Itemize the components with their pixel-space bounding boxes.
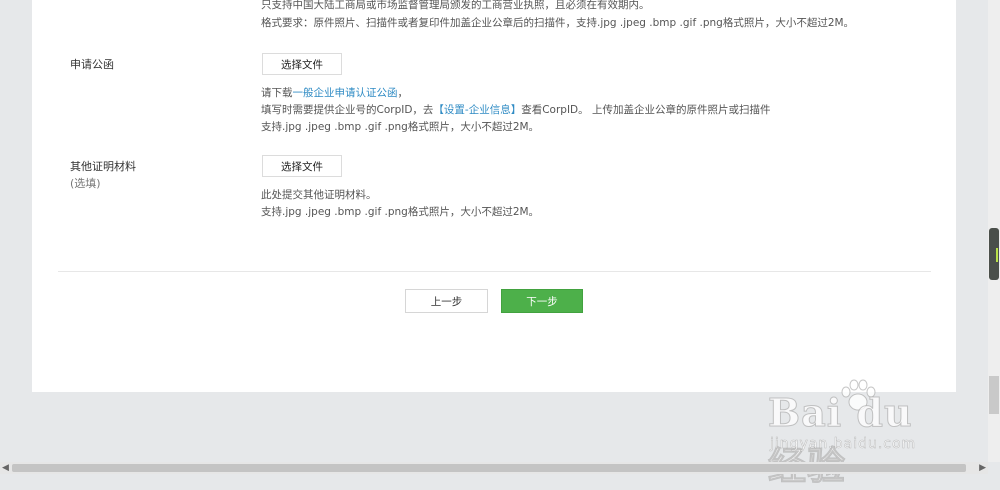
form-divider (58, 271, 931, 272)
license-note-2: 格式要求：原件照片、扫描件或者复印件加盖企业公章后的扫描件，支持.jpg .jp… (261, 17, 855, 29)
form-card: 只支持中国大陆工商局或市场监督管理局颁发的工商营业执照，且必须在有效期内。 格式… (32, 0, 956, 392)
vertical-scrollbar[interactable] (988, 0, 1000, 462)
license-note-1: 只支持中国大陆工商局或市场监督管理局颁发的工商营业执照，且必须在有效期内。 (261, 0, 650, 11)
other-docs-label: 其他证明材料 (70, 160, 136, 173)
letter-template-download-link[interactable]: 一般企业申请认证公函 (293, 87, 398, 99)
letter-choose-file-button[interactable]: 选择文件 (262, 53, 342, 75)
scroll-right-arrow-icon[interactable]: ▶ (979, 462, 986, 474)
horizontal-scrollbar[interactable]: ◀ ▶ (0, 462, 988, 474)
letter-note-1: 请下载一般企业申请认证公函， (261, 85, 408, 101)
letter-note-2-suffix: 查看CorpID。 上传加盖企业公章的原件照片或扫描件 (521, 104, 771, 116)
letter-note-3: 支持.jpg .jpeg .bmp .gif .png格式照片，大小不超过2M。 (261, 121, 540, 133)
other-docs-note-2: 支持.jpg .jpeg .bmp .gif .png格式照片，大小不超过2M。 (261, 206, 540, 218)
scroll-thumb-indicator (996, 248, 998, 262)
watermark-url: jingyan.baidu.com (770, 436, 917, 453)
vertical-scroll-thumb[interactable] (989, 228, 999, 280)
other-docs-choose-file-button[interactable]: 选择文件 (262, 155, 342, 177)
next-step-button[interactable]: 下一步 (501, 289, 583, 313)
letter-note-2-prefix: 填写时需要提供企业号的CorpID，去 (261, 104, 434, 116)
other-docs-optional-label: (选填) (70, 177, 101, 190)
letter-note-1-suffix: ， (397, 87, 409, 99)
letter-note-2: 填写时需要提供企业号的CorpID，去【设置-企业信息】查看CorpID。 上传… (261, 102, 770, 118)
baidu-jingyan-watermark: Bai du 经验 jingyan.baidu.com (760, 378, 960, 489)
letter-label: 申请公函 (70, 58, 114, 71)
letter-note-1-prefix: 请下载 (261, 87, 293, 99)
other-docs-note-1: 此处提交其他证明材料。 (261, 189, 377, 201)
settings-corp-info-link[interactable]: 【设置-企业信息】 (433, 104, 521, 116)
prev-step-button[interactable]: 上一步 (405, 289, 488, 313)
vertical-scroll-track-segment[interactable] (989, 376, 999, 414)
horizontal-scroll-thumb[interactable] (12, 464, 966, 472)
scroll-left-arrow-icon[interactable]: ◀ (2, 462, 9, 474)
